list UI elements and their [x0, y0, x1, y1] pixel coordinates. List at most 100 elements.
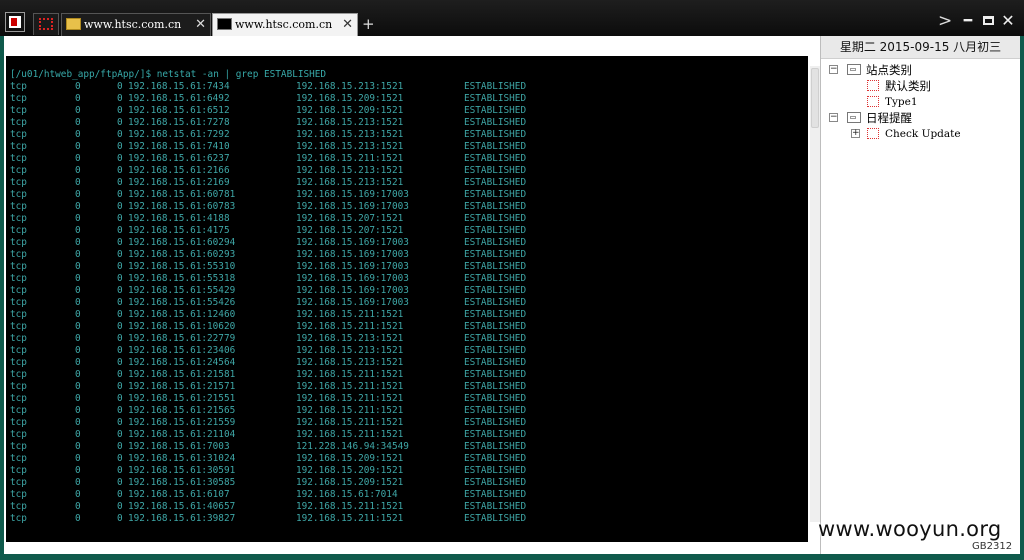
proto-cell: tcp — [10, 153, 27, 164]
foreign-address-cell: 192.168.15.209:1521 — [296, 453, 404, 464]
foreign-address-cell: 192.168.15.211:1521 — [296, 369, 404, 380]
proto-cell: tcp — [10, 285, 27, 296]
foreign-address-cell: 192.168.15.61:7014 — [296, 489, 398, 500]
collapse-icon[interactable]: − — [829, 113, 838, 122]
send-q-cell: 0 — [117, 465, 123, 476]
local-address-cell: 192.168.15.61:2166 — [128, 165, 230, 176]
recv-q-cell: 0 — [75, 225, 81, 236]
folder-icon — [66, 18, 81, 30]
proto-cell: tcp — [10, 501, 27, 512]
tree-label: 日程提醒 — [866, 111, 912, 125]
state-cell: ESTABLISHED — [464, 261, 527, 272]
proto-cell: tcp — [10, 321, 27, 332]
send-q-cell: 0 — [117, 501, 123, 512]
date-display: 星期二 2015-09-15 八月初三 — [821, 36, 1020, 59]
proto-cell: tcp — [10, 105, 27, 116]
foreign-address-cell: 192.168.15.209:1521 — [296, 105, 404, 116]
send-q-cell: 0 — [117, 441, 123, 452]
recv-q-cell: 0 — [75, 453, 81, 464]
recv-q-cell: 0 — [75, 213, 81, 224]
send-q-cell: 0 — [117, 225, 123, 236]
scrollbar-thumb[interactable] — [811, 68, 819, 128]
terminal-scrollbar[interactable] — [810, 66, 820, 522]
foreign-address-cell: 192.168.15.211:1521 — [296, 417, 404, 428]
maximize-button[interactable] — [980, 13, 996, 29]
proto-cell: tcp — [10, 417, 27, 428]
tab-close-icon[interactable]: ✕ — [195, 14, 206, 36]
send-q-cell: 0 — [117, 189, 123, 200]
recv-q-cell: 0 — [75, 93, 81, 104]
state-cell: ESTABLISHED — [464, 501, 527, 512]
tab-htsc-folder[interactable]: www.htsc.com.cn ✕ — [61, 13, 211, 36]
blank-page-icon — [39, 18, 53, 30]
proto-cell: tcp — [10, 261, 27, 272]
tab-htsc-terminal[interactable]: www.htsc.com.cn ✕ — [212, 13, 358, 36]
state-cell: ESTABLISHED — [464, 249, 527, 260]
tree-label: 站点类别 — [866, 63, 912, 77]
send-q-cell: 0 — [117, 393, 123, 404]
send-q-cell: 0 — [117, 477, 123, 488]
main-content: [/u01/htweb_app/ftpApp/]$ netstat -an | … — [4, 36, 1020, 554]
send-q-cell: 0 — [117, 81, 123, 92]
tree-label: Check Update — [885, 128, 961, 140]
recv-q-cell: 0 — [75, 165, 81, 176]
foreign-address-cell: 192.168.15.213:1521 — [296, 333, 404, 344]
tab-blank[interactable] — [33, 13, 59, 35]
recv-q-cell: 0 — [75, 273, 81, 284]
send-q-cell: 0 — [117, 237, 123, 248]
proto-cell: tcp — [10, 465, 27, 476]
local-address-cell: 192.168.15.61:6492 — [128, 93, 230, 104]
proto-cell: tcp — [10, 249, 27, 260]
terminal-output[interactable]: [/u01/htweb_app/ftpApp/]$ netstat -an | … — [6, 56, 808, 542]
local-address-cell: 192.168.15.61:60783 — [128, 201, 236, 212]
local-address-cell: 192.168.15.61:7278 — [128, 117, 230, 128]
foreign-address-cell: 192.168.15.211:1521 — [296, 501, 404, 512]
foreign-address-cell: 192.168.15.213:1521 — [296, 117, 404, 128]
foreign-address-cell: 192.168.15.169:17003 — [296, 249, 409, 260]
state-cell: ESTABLISHED — [464, 225, 527, 236]
send-q-cell: 0 — [117, 141, 123, 152]
recv-q-cell: 0 — [75, 129, 81, 140]
foreign-address-cell: 192.168.15.213:1521 — [296, 141, 404, 152]
send-q-cell: 0 — [117, 129, 123, 140]
chevron-right-icon[interactable]: > — [938, 11, 952, 31]
state-cell: ESTABLISHED — [464, 513, 527, 524]
state-cell: ESTABLISHED — [464, 453, 527, 464]
state-cell: ESTABLISHED — [464, 153, 527, 164]
send-q-cell: 0 — [117, 429, 123, 440]
send-q-cell: 0 — [117, 489, 123, 500]
state-cell: ESTABLISHED — [464, 369, 527, 380]
proto-cell: tcp — [10, 93, 27, 104]
collapse-icon[interactable]: − — [829, 65, 838, 74]
send-q-cell: 0 — [117, 297, 123, 308]
local-address-cell: 192.168.15.61:23406 — [128, 345, 236, 356]
recv-q-cell: 0 — [75, 189, 81, 200]
expand-icon[interactable]: + — [851, 129, 860, 138]
recv-q-cell: 0 — [75, 261, 81, 272]
foreign-address-cell: 192.168.15.213:1521 — [296, 81, 404, 92]
foreign-address-cell: 192.168.15.169:17003 — [296, 285, 409, 296]
local-address-cell: 192.168.15.61:21565 — [128, 405, 236, 416]
close-window-button[interactable]: ✕ — [1000, 13, 1016, 29]
state-cell: ESTABLISHED — [464, 81, 527, 92]
new-tab-button[interactable]: + — [362, 14, 375, 34]
minimize-button[interactable]: ━ — [960, 13, 976, 29]
proto-cell: tcp — [10, 297, 27, 308]
recv-q-cell: 0 — [75, 441, 81, 452]
recv-q-cell: 0 — [75, 357, 81, 368]
local-address-cell: 192.168.15.61:55318 — [128, 273, 236, 284]
send-q-cell: 0 — [117, 93, 123, 104]
maximize-icon — [982, 16, 994, 25]
proto-cell: tcp — [10, 273, 27, 284]
state-cell: ESTABLISHED — [464, 357, 527, 368]
recv-q-cell: 0 — [75, 405, 81, 416]
tab-label: www.htsc.com.cn — [84, 18, 182, 31]
app-menu-icon[interactable] — [5, 12, 25, 32]
proto-cell: tcp — [10, 129, 27, 140]
recv-q-cell: 0 — [75, 249, 81, 260]
proto-cell: tcp — [10, 141, 27, 152]
proto-cell: tcp — [10, 225, 27, 236]
tab-close-icon[interactable]: ✕ — [342, 14, 353, 36]
state-cell: ESTABLISHED — [464, 93, 527, 104]
local-address-cell: 192.168.15.61:21104 — [128, 429, 236, 440]
